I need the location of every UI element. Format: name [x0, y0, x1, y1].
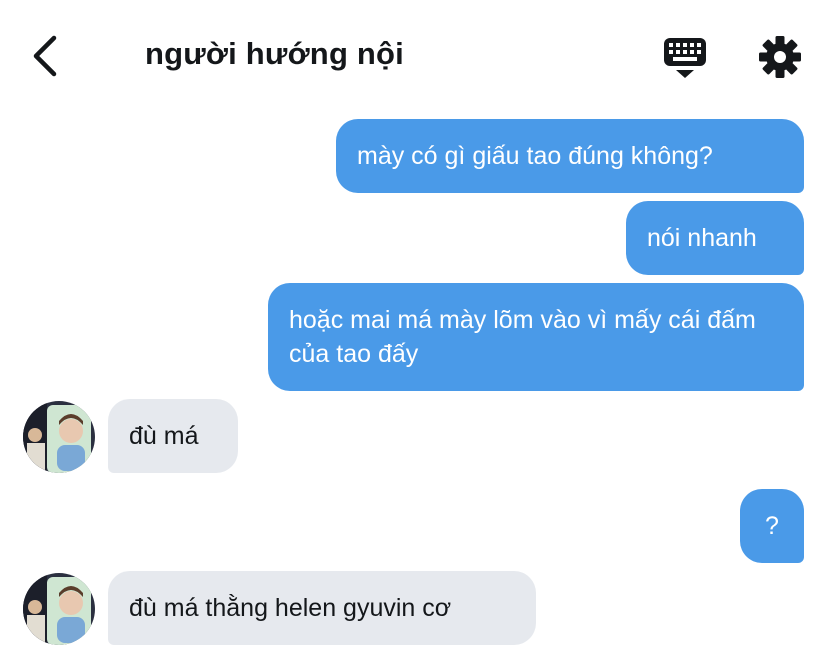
message-text: đù má — [129, 422, 199, 450]
message-outgoing[interactable]: ? — [740, 489, 804, 563]
avatar[interactable] — [23, 573, 95, 645]
conversation-title: người hướng nội — [145, 36, 404, 71]
message-text: nói nhanh — [647, 224, 757, 252]
message-incoming[interactable]: đù má thằng helen gyuvin cơ — [108, 571, 536, 645]
message-text: đù má thằng helen gyuvin cơ — [129, 594, 452, 622]
keyboard-button[interactable] — [662, 36, 708, 80]
gear-icon — [759, 36, 801, 78]
message-text: ? — [765, 512, 779, 540]
conversation-header: người hướng nội — [0, 0, 828, 110]
back-button[interactable] — [28, 34, 64, 78]
avatar-image — [23, 401, 95, 473]
message-incoming[interactable]: đù má — [108, 399, 238, 473]
avatar[interactable] — [23, 401, 95, 473]
message-text: mày có gì giấu tao đúng không? — [357, 142, 713, 170]
message-outgoing[interactable]: mày có gì giấu tao đúng không? — [336, 119, 804, 193]
message-outgoing[interactable]: nói nhanh — [626, 201, 804, 275]
keyboard-icon — [664, 38, 706, 78]
settings-button[interactable] — [758, 35, 802, 79]
message-text: hoặc mai má mày lõm vào vì mấy cái đấm c… — [289, 306, 756, 368]
message-outgoing[interactable]: hoặc mai má mày lõm vào vì mấy cái đấm c… — [268, 283, 804, 391]
chevron-left-icon — [33, 35, 57, 77]
avatar-image — [23, 573, 95, 645]
